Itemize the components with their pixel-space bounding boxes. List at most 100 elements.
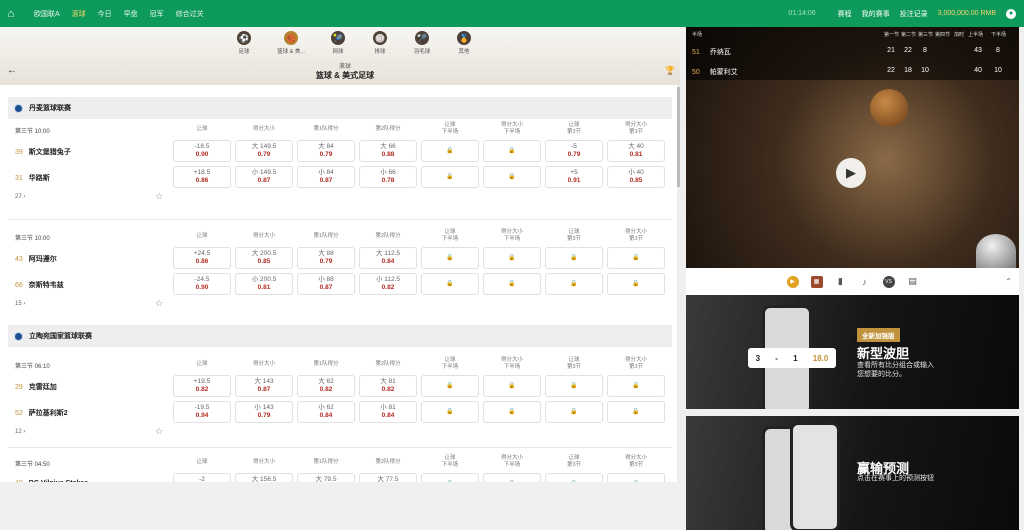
odds-cell[interactable]: 大 79.5 — [297, 473, 355, 482]
locked-odds-cell[interactable]: 🔒 — [607, 401, 665, 423]
sport-tennis[interactable]: 🎾 网球 — [326, 31, 350, 55]
odds-cell[interactable]: 大 149.5 0.79 — [235, 140, 293, 162]
home-icon[interactable]: ⌂ — [0, 8, 22, 20]
locked-odds-cell[interactable]: 🔒 — [545, 247, 603, 269]
odds-cell[interactable]: 大 66 0.88 — [359, 140, 417, 162]
more-markets-link[interactable]: 12 › — [15, 429, 25, 435]
odds-cell[interactable]: 小 143 0.79 — [235, 401, 293, 423]
odds-cell[interactable]: 小 81 0.84 — [359, 401, 417, 423]
sport-other[interactable]: 🏅 其他 — [452, 31, 476, 55]
league-header[interactable]: 立陶宛国家篮球联赛 — [8, 325, 672, 347]
sport-soccer[interactable]: ⚽ 足球 — [232, 31, 256, 55]
locked-odds-cell[interactable]: 🔒 — [607, 375, 665, 397]
play-icon[interactable]: ▶ — [836, 158, 866, 188]
locked-odds-cell[interactable]: 🔒 — [483, 247, 541, 269]
odds-cell[interactable]: 大 200.5 0.85 — [235, 247, 293, 269]
odds-cell[interactable]: -19.5 0.94 — [173, 401, 231, 423]
league-header[interactable]: 丹麦篮球联赛 — [8, 97, 672, 119]
more-markets-link[interactable]: 27 › — [15, 194, 25, 200]
nav-item-early[interactable]: 早盘 — [124, 9, 138, 19]
vs-icon[interactable]: VS — [882, 275, 895, 288]
nav-item-today[interactable]: 今日 — [98, 9, 112, 19]
odds-cell[interactable]: 小 62 0.84 — [297, 401, 355, 423]
chevron-up-icon[interactable]: ⌃ — [1005, 277, 1012, 286]
odds-cell[interactable]: +5 0.91 — [545, 166, 603, 188]
more-markets-link[interactable]: 15 › — [15, 301, 25, 307]
locked-odds-cell[interactable]: 🔒 — [545, 473, 603, 482]
play-stream-icon[interactable]: ▶ — [786, 275, 799, 288]
odds-line: -18.5 — [194, 143, 210, 150]
locked-odds-cell[interactable]: 🔒 — [421, 375, 479, 397]
odds-cell[interactable]: 大 40 0.81 — [607, 140, 665, 162]
stats-icon[interactable]: ▮ — [835, 276, 847, 288]
odds-cell[interactable]: 大 156.5 — [235, 473, 293, 482]
odds-cell[interactable]: 小 84 0.87 — [297, 166, 355, 188]
odds-cell[interactable]: -24.5 0.90 — [173, 273, 231, 295]
locked-odds-cell[interactable]: 🔒 — [421, 401, 479, 423]
odds-cell[interactable]: +19.5 0.82 — [173, 375, 231, 397]
locked-odds-cell[interactable]: 🔒 — [607, 473, 665, 482]
sport-volleyball[interactable]: 🏐 排球 — [368, 31, 392, 55]
header-text: 让球 — [568, 229, 580, 235]
promo-win-predict[interactable]: 赢输预测 点击在赛事上的预测按钮 — [686, 416, 1019, 530]
link-my-events[interactable]: 我的赛事 — [862, 9, 890, 19]
locked-odds-cell[interactable]: 🔒 — [483, 273, 541, 295]
scrollbar-thumb[interactable] — [677, 87, 680, 187]
star-icon[interactable]: ☆ — [155, 426, 163, 437]
odds-cell[interactable]: 小 200.5 0.81 — [235, 273, 293, 295]
locked-odds-cell[interactable]: 🔒 — [483, 375, 541, 397]
odds-cell[interactable]: 大 77.5 — [359, 473, 417, 482]
user-icon[interactable]: ● — [1006, 8, 1016, 19]
odds-cell[interactable]: -2 — [173, 473, 231, 482]
nav-item-outright[interactable]: 冠军 — [150, 9, 164, 19]
scoreboard-icon[interactable]: ▤ — [907, 276, 919, 288]
locked-odds-cell[interactable]: 🔒 — [545, 375, 603, 397]
odds-cell[interactable]: 小 40 0.85 — [607, 166, 665, 188]
back-arrow-icon[interactable]: ← — [7, 65, 17, 76]
locked-odds-cell[interactable]: 🔒 — [421, 247, 479, 269]
mic-icon[interactable]: ♪ — [859, 276, 871, 288]
promo-correct-score[interactable]: 3 - 1 18.0 全新加强版 新型波胆 查看所有比分组合或输入您想要的比分。 — [686, 295, 1019, 409]
nav-item-parlay[interactable]: 综合过关 — [176, 9, 204, 19]
court-icon[interactable]: ▦ — [810, 275, 823, 288]
locked-odds-cell[interactable]: 🔒 — [607, 247, 665, 269]
locked-odds-cell[interactable]: 🔒 — [421, 473, 479, 482]
link-bet-history[interactable]: 投注记录 — [900, 9, 928, 19]
odds-cell[interactable]: 小 112.5 0.82 — [359, 273, 417, 295]
sport-badminton[interactable]: 🏸 羽毛球 — [410, 31, 434, 55]
odds-cell[interactable]: -18.5 0.90 — [173, 140, 231, 162]
odds-cell[interactable]: 小 88 0.87 — [297, 273, 355, 295]
nav-item-euro[interactable]: 欧国联A — [34, 9, 60, 19]
locked-odds-cell[interactable]: 🔒 — [421, 166, 479, 188]
odds-cell[interactable]: 大 62 0.82 — [297, 375, 355, 397]
locked-odds-cell[interactable]: 🔒 — [483, 166, 541, 188]
column-header: 得分大小 下半场 — [492, 455, 532, 469]
odds-cell[interactable]: 大 143 0.87 — [235, 375, 293, 397]
locked-odds-cell[interactable]: 🔒 — [545, 401, 603, 423]
locked-odds-cell[interactable]: 🔒 — [483, 401, 541, 423]
link-schedule[interactable]: 赛程 — [838, 9, 852, 19]
odds-cell[interactable]: 小 66 0.78 — [359, 166, 417, 188]
sport-basketball[interactable]: 🏀 篮球 & 美... — [274, 31, 308, 55]
odds-cell[interactable]: 大 81 0.82 — [359, 375, 417, 397]
star-icon[interactable]: ☆ — [155, 191, 163, 202]
locked-odds-cell[interactable]: 🔒 — [545, 273, 603, 295]
locked-odds-cell[interactable]: 🔒 — [421, 273, 479, 295]
locked-odds-cell[interactable]: 🔒 — [607, 273, 665, 295]
locked-odds-cell[interactable]: 🔒 — [483, 473, 541, 482]
odds-cell[interactable]: 大 88 0.79 — [297, 247, 355, 269]
medal-icon: 🏅 — [457, 31, 471, 45]
locked-odds-cell[interactable]: 🔒 — [483, 140, 541, 162]
score: 43 — [974, 47, 982, 54]
live-video[interactable]: 半场 第一节 第二节 第三节 第四节 加时 上半场 下半场 51 乔纳瓦 50 帕蒙… — [686, 27, 1019, 268]
locked-odds-cell[interactable]: 🔒 — [421, 140, 479, 162]
odds-cell[interactable]: 小 149.5 0.87 — [235, 166, 293, 188]
odds-cell[interactable]: +18.5 0.86 — [173, 166, 231, 188]
odds-cell[interactable]: +24.5 0.86 — [173, 247, 231, 269]
odds-cell[interactable]: 大 112.5 0.84 — [359, 247, 417, 269]
trophy-icon[interactable]: 🏆 — [665, 66, 675, 75]
odds-cell[interactable]: -5 0.79 — [545, 140, 603, 162]
odds-cell[interactable]: 大 84 0.79 — [297, 140, 355, 162]
nav-item-live[interactable]: 滚球 — [72, 9, 86, 19]
star-icon[interactable]: ☆ — [155, 298, 163, 309]
